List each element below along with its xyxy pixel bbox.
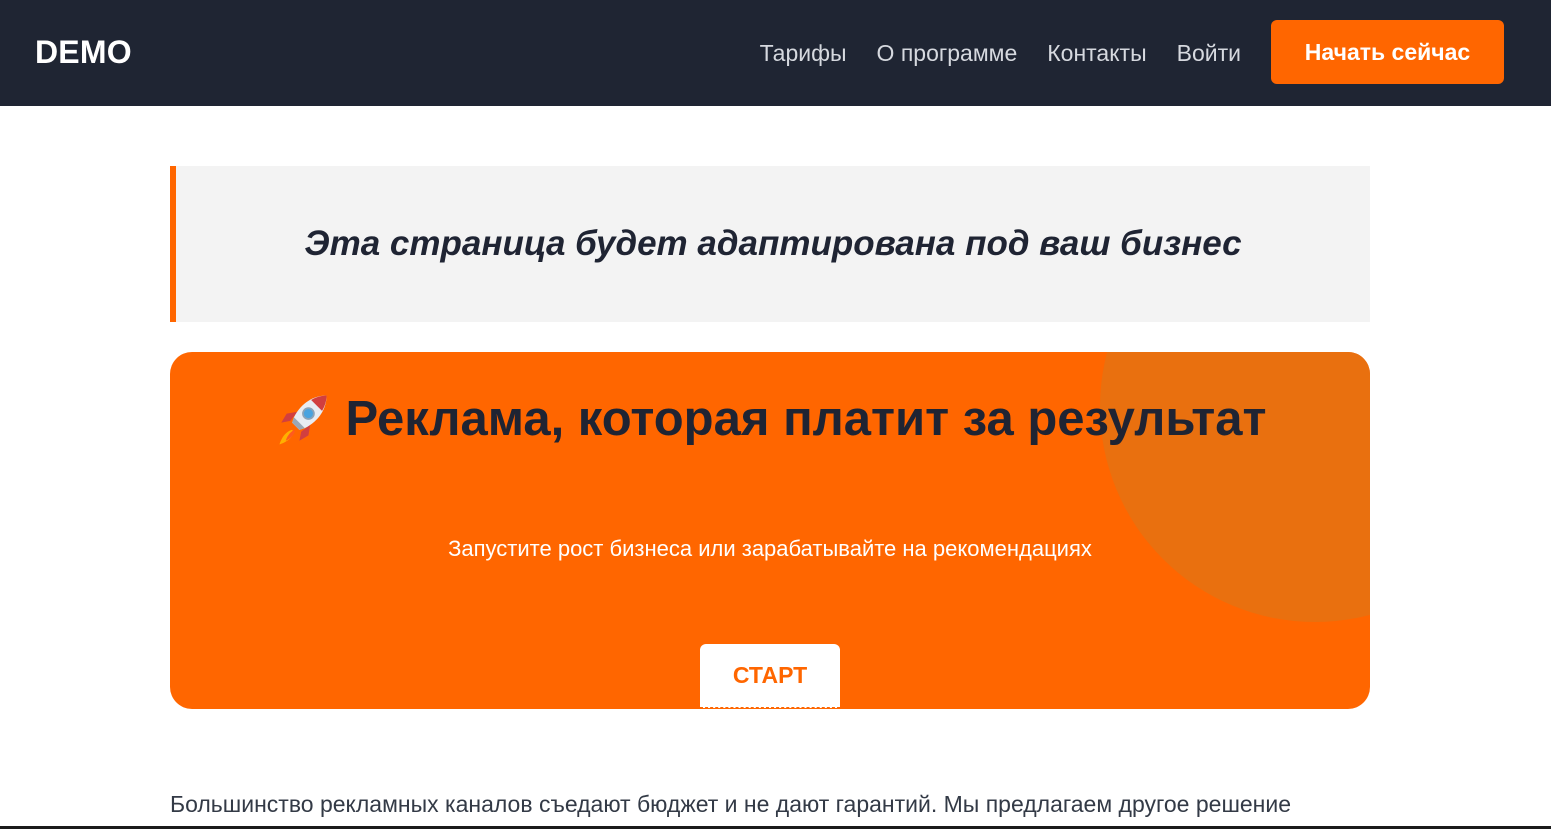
notice-text: Эта страница будет адаптирована под ваш … [304, 224, 1242, 263]
hero-title-text: Реклама, которая платит за результат [345, 392, 1267, 446]
start-now-button[interactable]: Начать сейчас [1271, 20, 1504, 84]
rocket-icon [278, 395, 327, 445]
start-button[interactable]: СТАРТ [700, 644, 840, 708]
main-nav: Тарифы О программе Контакты Войти [760, 36, 1241, 70]
nav-link-login[interactable]: Войти [1177, 36, 1241, 70]
logo[interactable]: DEMO [35, 32, 132, 72]
adaptation-notice: Эта страница будет адаптирована под ваш … [170, 166, 1370, 322]
hero-subtitle: Запустите рост бизнеса или зарабатывайте… [448, 536, 1092, 561]
top-navbar: DEMO Тарифы О программе Контакты Войти Н… [0, 0, 1551, 106]
hero-banner: Реклама, которая платит за результат Зап… [170, 352, 1370, 709]
nav-link-contacts[interactable]: Контакты [1047, 36, 1146, 70]
hero-title: Реклама, которая платит за результат [170, 390, 1370, 448]
nav-link-pricing[interactable]: Тарифы [760, 36, 847, 70]
nav-link-about[interactable]: О программе [877, 36, 1018, 70]
intro-paragraph: Большинство рекламных каналов съедают бю… [170, 791, 1292, 817]
